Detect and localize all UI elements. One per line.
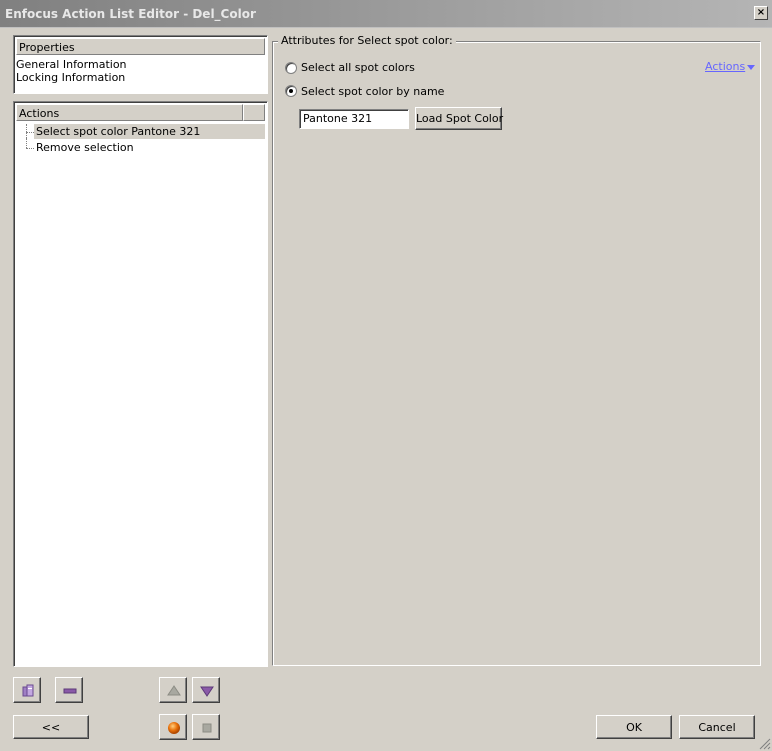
radio-checked-dot — [289, 89, 293, 93]
radio-select-all-label[interactable]: Select all spot colors — [301, 61, 415, 74]
action-item-label: Select spot color Pantone 321 — [36, 125, 201, 138]
actions-panel: Actions Select spot color Pantone 321 Re… — [13, 101, 268, 667]
record-button[interactable] — [159, 714, 187, 740]
add-action-icon — [22, 684, 34, 697]
attributes-group-title: Attributes for Select spot color: — [278, 34, 456, 47]
stop-icon — [202, 723, 212, 733]
close-icon: × — [756, 7, 766, 18]
tree-connector — [26, 132, 34, 133]
property-item-general[interactable]: General Information — [16, 58, 127, 71]
title-bar: Enfocus Action List Editor - Del_Color × — [0, 0, 772, 28]
actions-header: Actions — [16, 104, 243, 121]
ok-button[interactable]: OK — [596, 715, 672, 739]
action-item-remove-selection[interactable]: Remove selection — [26, 138, 265, 155]
record-icon — [168, 722, 180, 734]
actions-header-end-column — [243, 104, 265, 121]
cancel-button[interactable]: Cancel — [679, 715, 755, 739]
back-button-label: << — [41, 720, 61, 734]
add-action-button[interactable] — [13, 677, 41, 703]
action-item-select-spot-color[interactable]: Select spot color Pantone 321 — [26, 124, 265, 140]
stop-button[interactable] — [192, 714, 220, 740]
properties-header: Properties — [16, 38, 265, 55]
back-button[interactable]: << — [13, 715, 89, 739]
actions-header-label: Actions — [19, 107, 60, 120]
close-button[interactable]: × — [754, 6, 768, 20]
properties-panel: Properties General Information Locking I… — [13, 35, 268, 94]
radio-select-spot-color-by-name[interactable] — [285, 85, 297, 97]
tree-connector — [26, 138, 27, 148]
remove-action-icon — [63, 688, 77, 694]
cancel-button-label: Cancel — [698, 720, 736, 734]
move-down-icon — [200, 686, 214, 697]
move-down-button[interactable] — [192, 677, 220, 703]
radio-select-by-name-label[interactable]: Select spot color by name — [301, 85, 444, 98]
load-spot-color-button-label: Load Spot Color — [416, 112, 504, 125]
resize-grip-icon[interactable] — [757, 736, 771, 750]
properties-header-label: Properties — [19, 41, 75, 54]
tree-connector — [26, 148, 34, 149]
ok-button-label: OK — [626, 720, 642, 734]
move-up-icon — [167, 685, 181, 696]
attributes-group — [272, 41, 761, 666]
dropdown-arrow-icon — [747, 64, 756, 70]
radio-select-all-spot-colors[interactable] — [285, 62, 297, 74]
load-spot-color-button[interactable]: Load Spot Color — [415, 107, 504, 130]
action-item-label: Remove selection — [36, 141, 134, 154]
move-up-button[interactable] — [159, 677, 187, 703]
actions-menu-link-label: Actions — [705, 60, 746, 73]
spot-color-name-input[interactable]: Pantone 321 — [299, 109, 409, 129]
actions-menu-link[interactable]: Actions — [705, 60, 756, 73]
property-item-locking[interactable]: Locking Information — [16, 71, 125, 84]
remove-action-button[interactable] — [55, 677, 83, 703]
window-title: Enfocus Action List Editor - Del_Color — [5, 7, 256, 21]
